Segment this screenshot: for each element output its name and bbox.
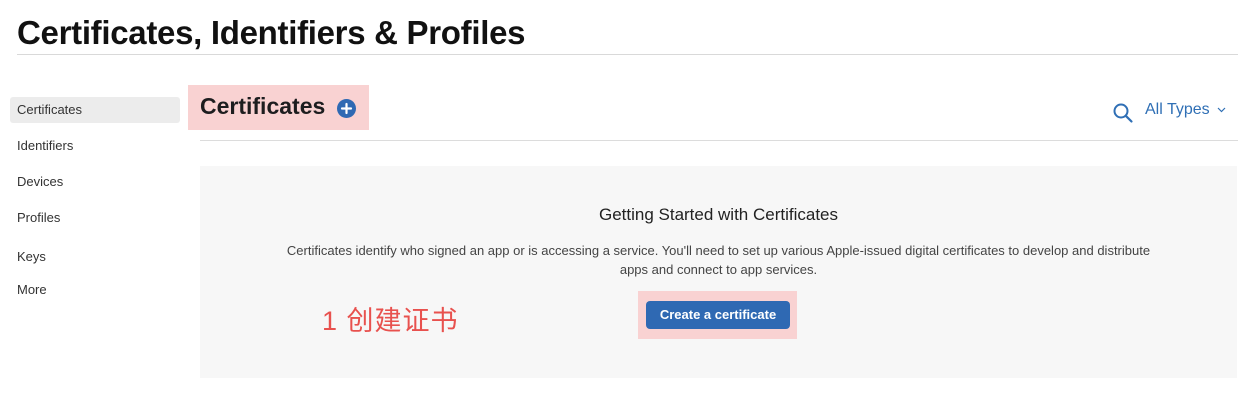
page-title: Certificates, Identifiers & Profiles: [17, 14, 526, 51]
page: Certificates, Identifiers & Profiles Cer…: [0, 0, 1256, 404]
chevron-down-icon: [1217, 107, 1226, 113]
type-filter-label: All Types: [1145, 101, 1210, 118]
create-button-highlight: Create a certificate: [638, 291, 797, 339]
sidebar-item-identifiers[interactable]: Identifiers: [10, 133, 180, 159]
empty-state-panel: Getting Started with Certificates Certif…: [200, 166, 1237, 378]
type-filter-dropdown[interactable]: All Types: [1145, 101, 1226, 121]
create-certificate-button[interactable]: Create a certificate: [646, 301, 790, 329]
empty-state-heading: Getting Started with Certificates: [598, 205, 839, 224]
section-title: Certificates: [200, 93, 326, 119]
sidebar-item-certificates[interactable]: Certificates: [10, 97, 180, 123]
section-divider: [200, 140, 1238, 141]
annotation-label: 1 创建证书: [322, 306, 459, 336]
plus-circle-icon: [340, 102, 353, 115]
sidebar-item-devices[interactable]: Devices: [10, 169, 180, 195]
section-header-highlight: Certificates: [188, 85, 369, 130]
sidebar-item-keys[interactable]: Keys: [10, 244, 180, 270]
sidebar-item-more[interactable]: More: [10, 277, 180, 303]
title-divider: [17, 54, 1238, 55]
empty-state-description: Certificates identify who signed an app …: [286, 243, 1151, 277]
sidebar-item-profiles[interactable]: Profiles: [10, 205, 180, 231]
search-icon[interactable]: [1112, 102, 1134, 124]
add-certificate-button[interactable]: [337, 99, 356, 118]
